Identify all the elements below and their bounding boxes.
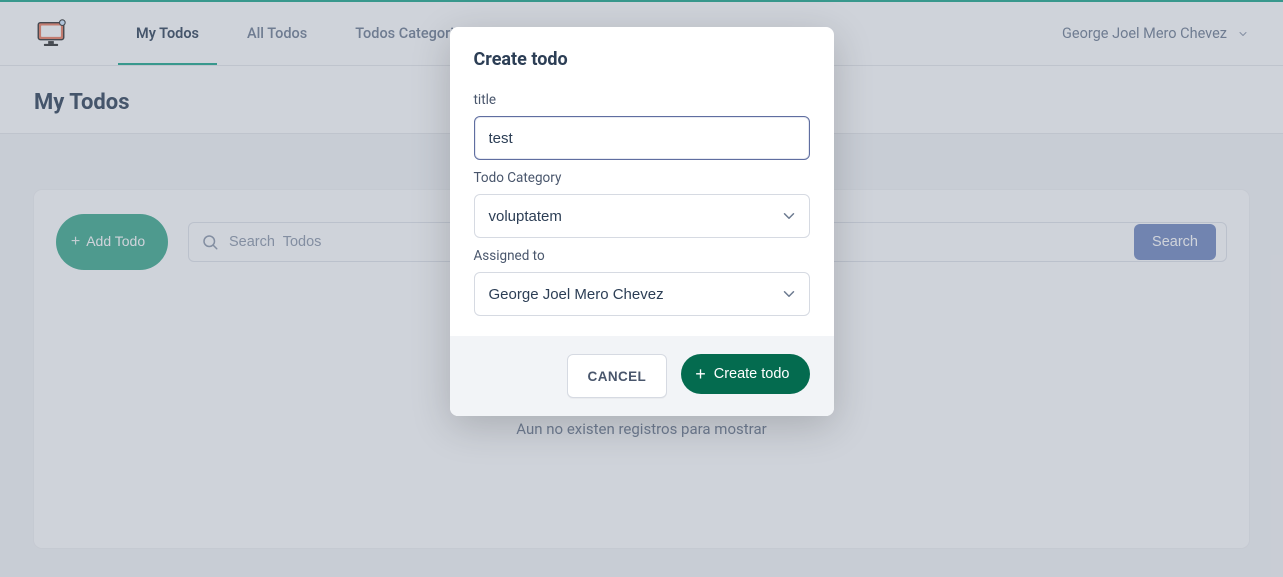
field-assigned: Assigned to George Joel Mero Chevez xyxy=(474,248,810,316)
cancel-label: CANCEL xyxy=(588,369,647,384)
create-todo-button[interactable]: + Create todo xyxy=(681,354,809,394)
title-label: title xyxy=(474,92,810,108)
title-input[interactable] xyxy=(474,116,810,160)
field-title: title xyxy=(474,92,810,160)
modal-header: Create todo xyxy=(450,27,834,78)
field-category: Todo Category voluptatem xyxy=(474,170,810,238)
assigned-select[interactable]: George Joel Mero Chevez xyxy=(474,272,810,316)
assigned-value: George Joel Mero Chevez xyxy=(489,286,664,303)
modal-footer: CANCEL + Create todo xyxy=(450,336,834,416)
category-label: Todo Category xyxy=(474,170,810,186)
create-label: Create todo xyxy=(714,366,790,382)
category-select[interactable]: voluptatem xyxy=(474,194,810,238)
category-value: voluptatem xyxy=(489,208,562,225)
assigned-label: Assigned to xyxy=(474,248,810,264)
plus-icon: + xyxy=(695,365,706,383)
modal-title: Create todo xyxy=(474,49,810,70)
create-todo-modal: Create todo title Todo Category voluptat… xyxy=(450,27,834,416)
modal-form: title Todo Category voluptatem Assigned … xyxy=(450,78,834,336)
cancel-button[interactable]: CANCEL xyxy=(567,354,668,398)
